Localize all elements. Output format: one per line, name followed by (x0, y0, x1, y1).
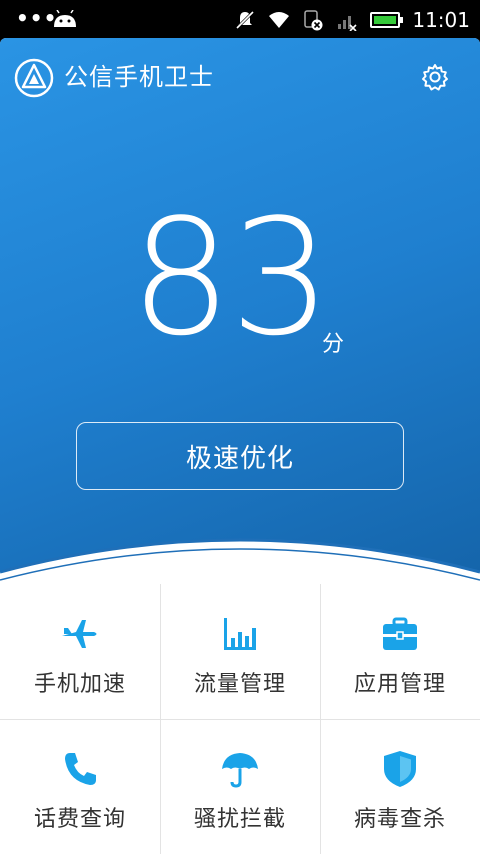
tool-label: 应用管理 (353, 672, 446, 697)
shield-icon (384, 751, 416, 787)
wifi-icon (269, 12, 290, 28)
score-value: 83 (130, 184, 332, 371)
tool-phone-boost[interactable]: 手机加速 (0, 584, 160, 719)
tool-bill-query[interactable]: 话费查询 (0, 719, 160, 854)
tool-label: 流量管理 (193, 672, 286, 697)
hero-panel: 公信手机卫士 83 分 极速优化 (0, 38, 480, 598)
android-icon (54, 10, 76, 27)
tool-traffic-manage[interactable]: 流量管理 (160, 584, 320, 719)
app-title: 公信手机卫士 (64, 63, 214, 91)
signal-icon (338, 16, 357, 31)
optimize-button[interactable]: 极速优化 (76, 422, 404, 490)
tool-label: 病毒查杀 (353, 807, 446, 832)
phone-icon (65, 753, 96, 785)
status-time: 11:01 (412, 8, 470, 32)
tool-app-manage[interactable]: 应用管理 (320, 584, 480, 719)
tool-virus-scan[interactable]: 病毒查杀 (320, 719, 480, 854)
gear-icon[interactable] (420, 62, 450, 92)
tool-spam-block[interactable]: 骚扰拦截 (160, 719, 320, 854)
tool-grid: 手机加速 流量管理 应用管理 话费查询 骚扰拦截 病毒查杀 (0, 584, 480, 854)
shield-logo-icon (14, 58, 54, 98)
silent-icon (236, 10, 255, 30)
tool-label: 手机加速 (33, 672, 126, 697)
toolbox-icon (383, 617, 417, 650)
sim-error-icon (304, 10, 323, 31)
score-unit: 分 (322, 332, 345, 357)
status-bar: ••• 11:01 (0, 0, 480, 38)
battery-icon (370, 12, 404, 28)
app-container: 公信手机卫士 83 分 极速优化 手机加速 流量管理 应用管理 话费查询 骚扰拦… (0, 38, 480, 854)
umbrella-icon (222, 753, 258, 788)
tool-label: 话费查询 (33, 807, 126, 832)
airplane-icon (62, 620, 97, 648)
tool-label: 骚扰拦截 (193, 807, 286, 832)
bar-chart-icon (224, 618, 256, 650)
